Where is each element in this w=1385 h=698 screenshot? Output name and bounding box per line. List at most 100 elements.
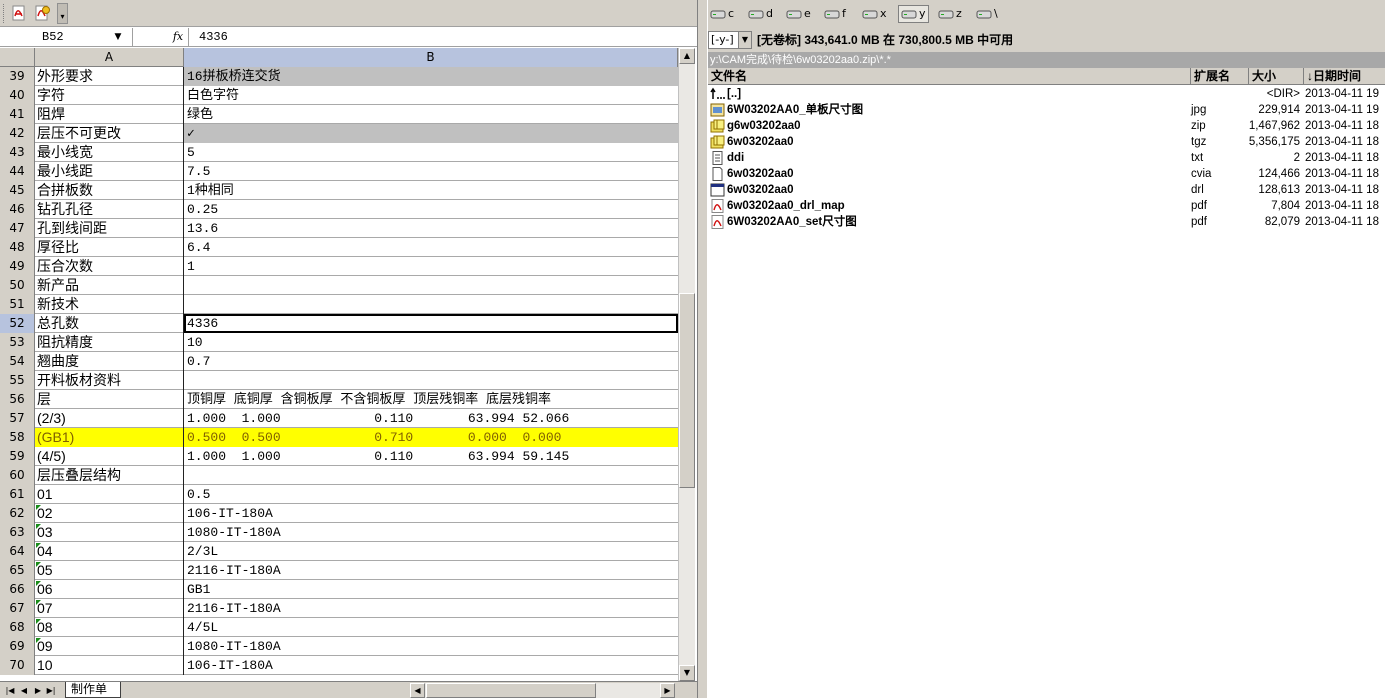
- cell-a[interactable]: 09: [35, 637, 184, 656]
- prev-sheet-icon[interactable]: ◀: [18, 684, 30, 697]
- cell-a[interactable]: 层压不可更改: [35, 124, 184, 143]
- cell-a[interactable]: 05: [35, 561, 184, 580]
- cell-a[interactable]: 合拼板数: [35, 181, 184, 200]
- row-header[interactable]: 61: [0, 485, 35, 504]
- scroll-down-icon[interactable]: ▼: [679, 665, 695, 681]
- cell-b[interactable]: 16拼板桥连交货: [184, 67, 678, 86]
- cell-b[interactable]: 0.7: [184, 352, 678, 371]
- cell-b[interactable]: GB1: [184, 580, 678, 599]
- cell-b[interactable]: 1: [184, 257, 678, 276]
- cell-a[interactable]: 厚径比: [35, 238, 184, 257]
- cell-a[interactable]: 最小线距: [35, 162, 184, 181]
- row-header[interactable]: 64: [0, 542, 35, 561]
- row-header[interactable]: 45: [0, 181, 35, 200]
- chevron-down-icon[interactable]: ▼: [112, 28, 124, 46]
- cell-a[interactable]: 字符: [35, 86, 184, 105]
- row-header[interactable]: 50: [0, 276, 35, 295]
- scroll-right-icon[interactable]: ▶: [660, 683, 675, 698]
- cell-b[interactable]: 13.6: [184, 219, 678, 238]
- drive-button-z[interactable]: z: [938, 5, 962, 23]
- drive-button-e[interactable]: e: [786, 5, 811, 23]
- cell-a[interactable]: 06: [35, 580, 184, 599]
- cell-b[interactable]: 1种相同: [184, 181, 678, 200]
- cell-a[interactable]: 压合次数: [35, 257, 184, 276]
- row-header[interactable]: 42: [0, 124, 35, 143]
- row-header[interactable]: 47: [0, 219, 35, 238]
- file-row[interactable]: 6W03202AA0_set尺寸图 pdf 82,079 2013-04-11 18: [708, 214, 1385, 230]
- row-header[interactable]: 60: [0, 466, 35, 485]
- file-row[interactable]: 6w03202aa0 cvia 124,466 2013-04-11 18: [708, 166, 1385, 182]
- row-header[interactable]: 67: [0, 599, 35, 618]
- column-header-a[interactable]: A: [35, 48, 184, 67]
- cell-b[interactable]: [184, 371, 678, 390]
- row-header[interactable]: 62: [0, 504, 35, 523]
- cell-a[interactable]: 04: [35, 542, 184, 561]
- pdf-settings-icon[interactable]: [33, 4, 51, 22]
- row-header[interactable]: 63: [0, 523, 35, 542]
- column-header-b[interactable]: B: [184, 48, 678, 67]
- cell-b[interactable]: 1080-IT-180A: [184, 637, 678, 656]
- cell-b[interactable]: 白色字符: [184, 86, 678, 105]
- cell-a[interactable]: 翘曲度: [35, 352, 184, 371]
- cell-b[interactable]: 1.000 1.000 0.110 63.994 52.066: [184, 409, 678, 428]
- formula-input[interactable]: 4336: [188, 28, 697, 46]
- chevron-down-icon[interactable]: ▼: [738, 32, 751, 48]
- row-header[interactable]: 58: [0, 428, 35, 447]
- row-header[interactable]: 40: [0, 86, 35, 105]
- row-header[interactable]: 52: [0, 314, 35, 333]
- row-header[interactable]: 49: [0, 257, 35, 276]
- scroll-left-icon[interactable]: ◀: [410, 683, 425, 698]
- drive-button-c[interactable]: c: [710, 5, 734, 23]
- cell-b[interactable]: 0.25: [184, 200, 678, 219]
- cell-a[interactable]: 孔到线间距: [35, 219, 184, 238]
- cell-a[interactable]: (4/5): [35, 447, 184, 466]
- row-header[interactable]: 54: [0, 352, 35, 371]
- cell-a[interactable]: 新技术: [35, 295, 184, 314]
- row-header[interactable]: 66: [0, 580, 35, 599]
- drive-button-y[interactable]: y: [898, 5, 929, 23]
- cell-b[interactable]: 1.000 1.000 0.110 63.994 59.145: [184, 447, 678, 466]
- row-header[interactable]: 44: [0, 162, 35, 181]
- scroll-thumb[interactable]: [679, 293, 695, 488]
- row-header[interactable]: 43: [0, 143, 35, 162]
- row-header[interactable]: 55: [0, 371, 35, 390]
- cell-a[interactable]: 钻孔孔径: [35, 200, 184, 219]
- cell-a[interactable]: 外形要求: [35, 67, 184, 86]
- toolbar-grip[interactable]: [3, 4, 6, 23]
- cell-a[interactable]: 阻焊: [35, 105, 184, 124]
- header-size[interactable]: 大小: [1249, 68, 1304, 85]
- cell-a[interactable]: (2/3): [35, 409, 184, 428]
- row-header[interactable]: 51: [0, 295, 35, 314]
- cell-a[interactable]: 10: [35, 656, 184, 675]
- file-row[interactable]: 6w03202aa0 drl 128,613 2013-04-11 18: [708, 182, 1385, 198]
- pane-splitter[interactable]: [697, 0, 708, 698]
- cell-a[interactable]: 07: [35, 599, 184, 618]
- file-row[interactable]: ddi txt 2 2013-04-11 18: [708, 150, 1385, 166]
- cell-b[interactable]: [184, 295, 678, 314]
- cell-a[interactable]: 阻抗精度: [35, 333, 184, 352]
- header-name[interactable]: 文件名: [708, 68, 1191, 85]
- file-row[interactable]: 6W03202AA0_单板尺寸图 jpg 229,914 2013-04-11 19: [708, 102, 1385, 118]
- cell-a[interactable]: 08: [35, 618, 184, 637]
- row-header[interactable]: 39: [0, 67, 35, 86]
- row-header[interactable]: 69: [0, 637, 35, 656]
- row-header[interactable]: 68: [0, 618, 35, 637]
- cell-b[interactable]: 106-IT-180A: [184, 504, 678, 523]
- horizontal-scrollbar[interactable]: ◀ ▶: [410, 683, 675, 698]
- cell-a[interactable]: 01: [35, 485, 184, 504]
- cell-b[interactable]: 0.5: [184, 485, 678, 504]
- row-header[interactable]: 57: [0, 409, 35, 428]
- drive-button-x[interactable]: x: [862, 5, 887, 23]
- cell-a[interactable]: 总孔数: [35, 314, 184, 333]
- cell-a[interactable]: (GB1): [35, 428, 184, 447]
- sheet-tab[interactable]: 制作单: [65, 682, 121, 698]
- row-header[interactable]: 56: [0, 390, 35, 409]
- cell-b[interactable]: ✓: [184, 124, 678, 143]
- drive-button-root[interactable]: \: [976, 5, 998, 23]
- select-all-corner[interactable]: [0, 48, 35, 67]
- cell-a[interactable]: 最小线宽: [35, 143, 184, 162]
- first-sheet-icon[interactable]: |◀: [4, 684, 16, 697]
- cell-b[interactable]: 1080-IT-180A: [184, 523, 678, 542]
- drive-button-f[interactable]: f: [824, 5, 846, 23]
- drive-button-d[interactable]: d: [748, 5, 773, 23]
